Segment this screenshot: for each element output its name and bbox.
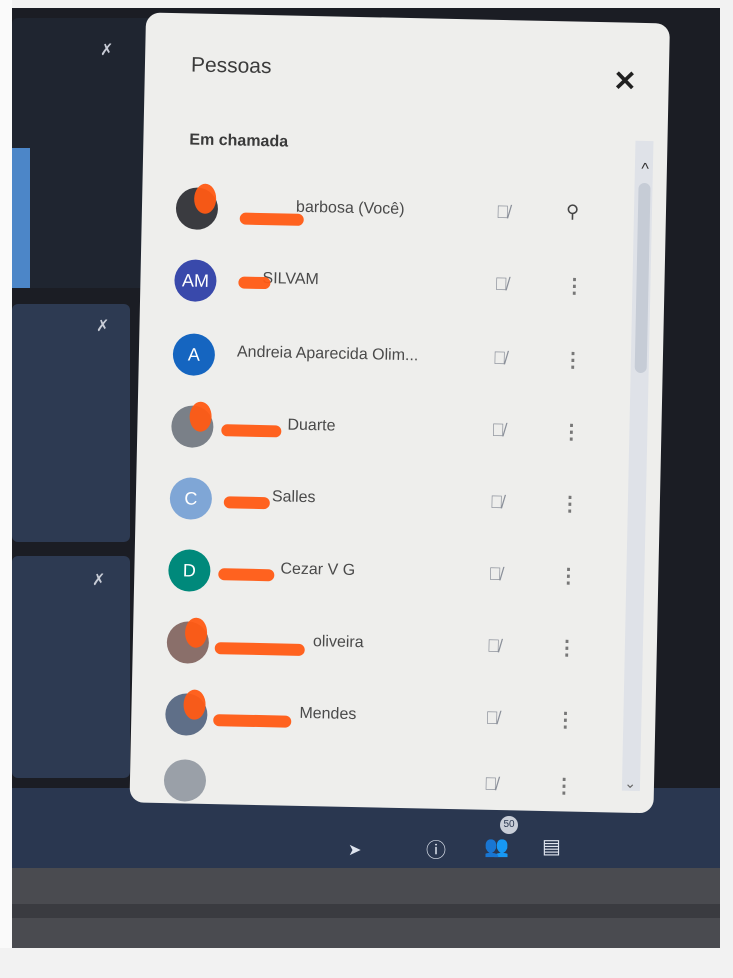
participant-row[interactable]: barbosa (Você) 🎙̸ ⚲ (175, 181, 616, 246)
video-tile[interactable]: ✗ (12, 18, 162, 288)
left-edge (0, 0, 12, 948)
chat-icon[interactable]: ▤ (542, 834, 561, 859)
participant-name: Cezar V G (280, 560, 356, 580)
section-heading: Em chamada (189, 131, 289, 151)
mic-off-icon: 🎙̸ (494, 273, 509, 295)
participant-name: barbosa (Você) (295, 198, 405, 218)
mic-off-icon: ✗ (100, 42, 114, 59)
info-icon[interactable]: ⓘ (426, 834, 446, 863)
mic-off-icon: 🎙̸ (488, 563, 503, 585)
people-icon[interactable]: 👥 (484, 834, 509, 859)
more-options-icon[interactable]: ⋮ (560, 491, 581, 516)
avatar: D (167, 549, 211, 592)
participant-name: Salles (271, 488, 316, 507)
video-thumbnail (12, 148, 30, 288)
avatar: AM (174, 259, 217, 303)
redaction-mark (223, 496, 270, 510)
mic-off-icon: 🎙̸ (486, 635, 501, 657)
redaction-mark (213, 714, 292, 728)
more-options-icon[interactable]: ⋮ (563, 347, 584, 372)
more-options-icon[interactable]: ⋮ (555, 707, 576, 732)
redaction-mark (238, 276, 271, 290)
people-panel: Pessoas ✕ Em chamada ^ ⌄ barbosa (Você) 🎙… (129, 12, 670, 814)
redaction-mark (218, 568, 275, 582)
chevron-up-icon[interactable]: ^ (641, 161, 649, 179)
mic-off-icon: 🎙̸ (489, 491, 504, 513)
cursor-icon: ➤ (348, 842, 362, 859)
participant-row[interactable]: A Andreia Aparecida Olim... 🎙̸ ⋮ (172, 327, 613, 392)
more-options-icon[interactable]: ⋮ (564, 273, 585, 298)
pin-icon[interactable]: ⚲ (566, 201, 580, 222)
more-options-icon[interactable]: ⋮ (554, 773, 575, 798)
panel-title: Pessoas (190, 53, 272, 79)
participant-name: Mendes (299, 704, 357, 724)
mic-off-icon: ✗ (92, 572, 106, 589)
participant-row[interactable]: Mendes 🎙̸ ⋮ (164, 687, 606, 752)
participant-name: oliveira (312, 633, 364, 652)
mic-off-icon: 🎙̸ (495, 201, 510, 223)
participant-name: Duarte (287, 416, 336, 435)
more-options-icon[interactable]: ⋮ (561, 419, 582, 444)
redaction-mark (221, 424, 282, 438)
avatar: C (169, 477, 213, 520)
mic-off-icon: 🎙̸ (483, 773, 498, 795)
participant-row[interactable]: Duarte 🎙̸ ⋮ (170, 399, 612, 464)
video-tile[interactable]: ✗ (12, 556, 130, 778)
mic-off-icon: 🎙̸ (491, 419, 506, 441)
monitor-bezel-strip (12, 904, 720, 918)
people-count-badge: 50 (500, 816, 518, 834)
participant-name: SILVAM (262, 270, 319, 289)
more-options-icon[interactable]: ⋮ (557, 635, 578, 660)
close-icon[interactable]: ✕ (613, 64, 637, 97)
redaction-mark (239, 212, 304, 226)
chevron-down-icon[interactable]: ⌄ (624, 775, 636, 792)
mic-off-icon: 🎙̸ (492, 347, 507, 369)
redaction-mark (214, 642, 305, 656)
participant-row[interactable]: oliveira 🎙̸ ⋮ (166, 615, 607, 680)
mic-off-icon: 🎙̸ (485, 707, 500, 729)
participant-name: Andreia Aparecida Olim... (236, 343, 419, 365)
mic-off-icon: ✗ (96, 318, 110, 335)
avatar: A (172, 333, 216, 377)
participant-row[interactable]: D Cezar V G 🎙̸ ⋮ (167, 543, 609, 608)
more-options-icon[interactable]: ⋮ (558, 563, 579, 588)
participant-row[interactable]: C Salles 🎙̸ ⋮ (169, 471, 610, 536)
video-tile[interactable]: ✗ (12, 304, 130, 542)
participant-row[interactable]: AM SILVAM 🎙̸ ⋮ (174, 253, 615, 318)
avatar (163, 759, 207, 802)
participant-row[interactable]: 🎙̸ ⋮ (163, 753, 604, 813)
